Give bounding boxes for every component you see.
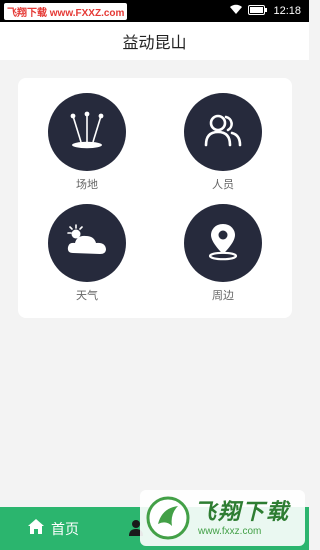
watermark-text: 飞翔下载 www.FXXZ.com xyxy=(4,2,128,20)
page-title: 益动昆山 xyxy=(122,33,187,52)
tile-staff[interactable]: 人员 xyxy=(173,93,273,192)
watermark-logo-icon xyxy=(146,496,190,540)
wifi-icon xyxy=(229,4,243,18)
tile-nearby-icon-circle[interactable] xyxy=(184,204,262,282)
tile-nearby[interactable]: 周边 xyxy=(173,204,273,303)
tile-venue[interactable]: 场地 xyxy=(37,93,137,192)
tile-venue-icon-circle[interactable] xyxy=(48,93,126,171)
tile-staff-icon-circle[interactable] xyxy=(184,93,262,171)
tile-weather[interactable]: 天气 xyxy=(37,204,137,303)
tile-staff-label: 人员 xyxy=(212,178,234,191)
tile-weather-label: 天气 xyxy=(76,289,98,302)
download-site-watermark: 飞翔下载 www.fxxz.com xyxy=(140,490,305,546)
location-pin-icon xyxy=(205,221,241,265)
watermark-url: www.fxxz.com xyxy=(198,526,262,537)
people-icon xyxy=(203,113,243,151)
watermark-title: 飞翔下载 xyxy=(194,500,291,525)
tile-weather-icon-circle[interactable] xyxy=(48,204,126,282)
tile-venue-label: 场地 xyxy=(76,178,98,191)
tile-nearby-label: 周边 xyxy=(212,289,234,302)
clock-time: 12:18 xyxy=(273,5,301,17)
tab-home-label: 首页 xyxy=(51,521,79,538)
tab-home[interactable]: 首页 xyxy=(27,518,79,539)
app-header: 益动昆山 xyxy=(0,22,309,60)
home-icon xyxy=(27,518,45,539)
battery-icon xyxy=(248,4,268,18)
status-bar: 飞翔下载 www.FXXZ.com 12:18 xyxy=(0,0,309,22)
weather-icon xyxy=(65,223,109,263)
status-indicators: 12:18 xyxy=(229,4,301,18)
feature-grid-card: 场地 人员 天气 周边 xyxy=(18,78,292,318)
stadium-lights-icon xyxy=(65,110,109,154)
